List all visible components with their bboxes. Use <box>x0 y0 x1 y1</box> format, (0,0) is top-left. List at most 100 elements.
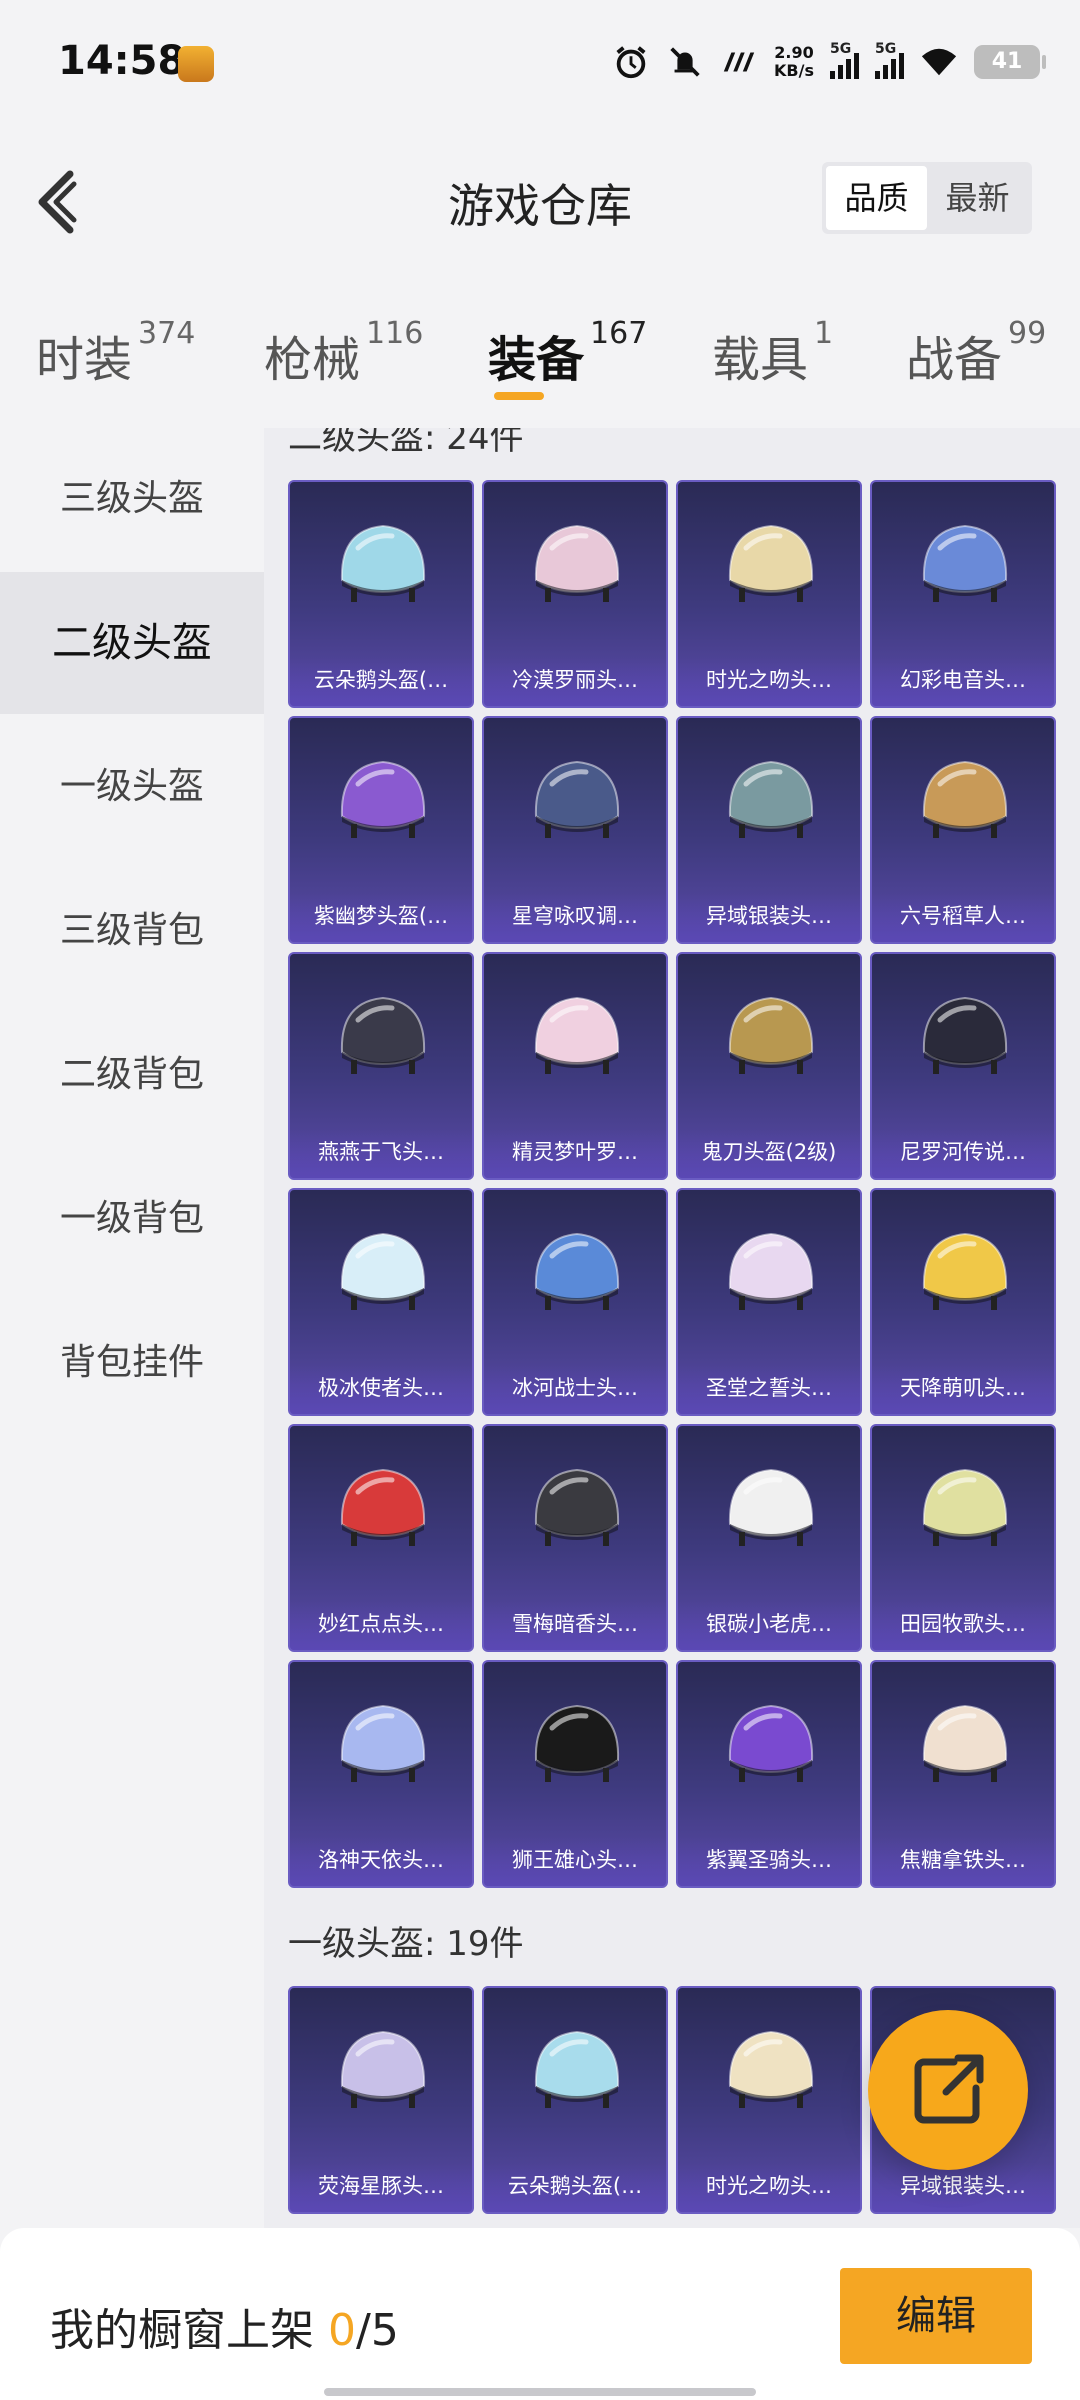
item-name: 荧海星豚头… <box>318 2174 444 2198</box>
helmet-icon <box>340 760 426 838</box>
tab-vehicles[interactable]: 载具 1 <box>712 316 833 390</box>
item-card[interactable]: 狮王雄心头… <box>482 1660 668 1888</box>
tab-fashion[interactable]: 时装 374 <box>36 316 195 390</box>
home-indicator[interactable] <box>324 2388 756 2396</box>
item-card[interactable]: 精灵梦叶罗… <box>482 952 668 1180</box>
status-icons: 2.90 KB/s 5G 5G 41 <box>612 40 1046 84</box>
item-name: 紫幽梦头盔(… <box>313 904 449 928</box>
item-card[interactable]: 紫幽梦头盔(… <box>288 716 474 944</box>
sidebar-item-level2-backpack[interactable]: 二级背包 <box>0 1004 264 1146</box>
item-card[interactable]: 云朵鹅头盔(… <box>288 480 474 708</box>
item-card[interactable]: 星穹咏叹调… <box>482 716 668 944</box>
item-grid-area: 二级头盔: 24件 一级头盔: 19件 云朵鹅头盔(… 冷漠罗丽头… 时光之吻头… 幻… <box>264 428 1080 2228</box>
network-speed-unit: KB/s <box>774 61 814 80</box>
tab-label: 战备 <box>906 332 1003 388</box>
item-name: 尼罗河传说… <box>900 1140 1026 1164</box>
item-name: 冰河战士头… <box>512 1376 638 1400</box>
brand-logo-icon <box>723 52 755 72</box>
item-card[interactable]: 六号稻草人… <box>870 716 1056 944</box>
section-title: 二级头盔: 24件 <box>288 428 524 458</box>
item-name: 异域银装头… <box>900 2174 1026 2198</box>
sidebar-item-level2-helmet[interactable]: 二级头盔 <box>0 572 264 714</box>
helmet-icon <box>340 1468 426 1546</box>
item-card[interactable]: 紫翼圣骑头… <box>676 1660 862 1888</box>
sim1-label: 5G <box>830 41 852 57</box>
item-card[interactable]: 鬼刀头盔(2级) <box>676 952 862 1180</box>
item-name: 雪梅暗香头… <box>512 1612 638 1636</box>
alarm-icon <box>616 46 646 79</box>
helmet-icon <box>922 760 1008 838</box>
item-card[interactable]: 洛神天依头… <box>288 1660 474 1888</box>
item-name: 焦糖拿铁头… <box>900 1848 1026 1872</box>
tab-combat-gear[interactable]: 战备 99 <box>906 316 1046 390</box>
helmet-icon <box>728 524 814 602</box>
helmet-icon <box>728 2030 814 2108</box>
tab-label: 载具 <box>712 332 809 388</box>
tab-count: 116 <box>366 316 424 351</box>
item-name: 精灵梦叶罗… <box>512 1140 638 1164</box>
showcase-text: 我的橱窗上架 <box>50 2305 314 2356</box>
item-card[interactable]: 荧海星豚头… <box>288 1986 474 2214</box>
tab-firearms[interactable]: 枪械 116 <box>264 316 423 390</box>
item-card[interactable]: 冷漠罗丽头… <box>482 480 668 708</box>
item-card[interactable]: 云朵鹅头盔(… <box>482 1986 668 2214</box>
item-name: 银碳小老虎… <box>706 1612 832 1636</box>
item-card[interactable]: 妙红点点头… <box>288 1424 474 1652</box>
helmet-icon <box>340 1232 426 1310</box>
helmet-icon <box>340 1704 426 1782</box>
tab-count: 1 <box>814 316 834 351</box>
item-card[interactable]: 幻彩电音头… <box>870 480 1056 708</box>
status-time: 14:58 <box>58 38 186 84</box>
helmet-icon <box>922 1232 1008 1310</box>
helmet-icon <box>534 1468 620 1546</box>
tab-label: 枪械 <box>264 332 361 388</box>
item-card[interactable]: 田园牧歌头… <box>870 1424 1056 1652</box>
helmet-icon <box>534 524 620 602</box>
item-name: 云朵鹅头盔(… <box>507 2174 643 2198</box>
share-button[interactable] <box>868 2010 1028 2170</box>
status-bar: 14:58 2.90 KB/s 5G 5G 41 <box>0 0 1080 110</box>
edit-button[interactable]: 编辑 <box>840 2268 1032 2364</box>
item-name: 天降萌叽头… <box>900 1376 1026 1400</box>
sidebar-item-level1-helmet[interactable]: 一级头盔 <box>0 716 264 858</box>
helmet-icon <box>534 996 620 1074</box>
item-card[interactable]: 银碳小老虎… <box>676 1424 862 1652</box>
section-title: 一级头盔: 19件 <box>288 1924 524 1964</box>
showcase-current-count: 0 <box>328 2305 356 2356</box>
tab-count: 374 <box>138 316 196 351</box>
item-card[interactable]: 燕燕于飞头… <box>288 952 474 1180</box>
item-card[interactable]: 冰河战士头… <box>482 1188 668 1416</box>
signal-2-icon: 5G <box>875 41 904 79</box>
battery-indicator: 41 <box>974 45 1046 79</box>
sidebar-item-level1-backpack[interactable]: 一级背包 <box>0 1148 264 1290</box>
showcase-bar: 我的橱窗上架 0/5 编辑 <box>0 2228 1080 2400</box>
item-card[interactable]: 天降萌叽头… <box>870 1188 1056 1416</box>
helmet-icon <box>534 1704 620 1782</box>
tab-count: 99 <box>1008 316 1047 351</box>
helmet-icon <box>922 524 1008 602</box>
item-card[interactable]: 雪梅暗香头… <box>482 1424 668 1652</box>
sort-option-quality[interactable]: 品质 <box>826 166 927 230</box>
helmet-icon <box>728 1704 814 1782</box>
item-name: 星穹咏叹调… <box>512 904 638 928</box>
tab-label: 时装 <box>36 332 133 388</box>
share-icon <box>914 2054 984 2124</box>
item-name: 时光之吻头… <box>706 2174 832 2198</box>
sort-option-latest[interactable]: 最新 <box>927 166 1028 230</box>
helmet-icon <box>340 996 426 1074</box>
item-card[interactable]: 极冰使者头… <box>288 1188 474 1416</box>
sidebar-item-level3-backpack[interactable]: 三级背包 <box>0 860 264 1002</box>
helmet-icon <box>534 760 620 838</box>
sidebar-item-level3-helmet[interactable]: 三级头盔 <box>0 428 264 570</box>
helmet-icon <box>728 996 814 1074</box>
item-card[interactable]: 时光之吻头… <box>676 1986 862 2214</box>
showcase-label: 我的橱窗上架 0/5 <box>50 2294 399 2358</box>
item-card[interactable]: 圣堂之誓头… <box>676 1188 862 1416</box>
item-card[interactable]: 尼罗河传说… <box>870 952 1056 1180</box>
item-card[interactable]: 焦糖拿铁头… <box>870 1660 1056 1888</box>
item-card[interactable]: 时光之吻头… <box>676 480 862 708</box>
item-card[interactable]: 异域银装头… <box>676 716 862 944</box>
tab-equipment[interactable]: 装备 167 <box>488 316 647 390</box>
sidebar-item-backpack-charm[interactable]: 背包挂件 <box>0 1292 264 1434</box>
item-name: 幻彩电音头… <box>900 668 1026 692</box>
